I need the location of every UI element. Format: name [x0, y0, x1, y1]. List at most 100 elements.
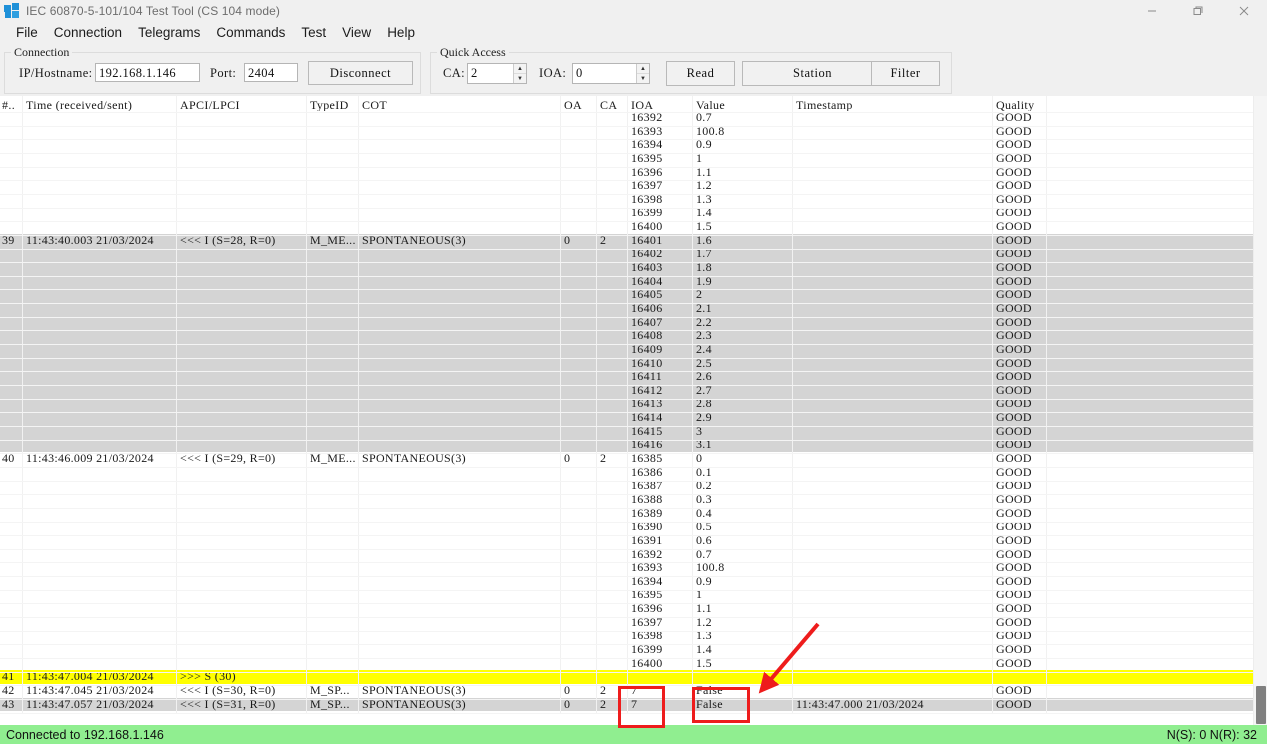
status-counters-text: N(S): 0 N(R): 32 [1166, 727, 1257, 742]
row-separator [0, 439, 1253, 441]
minimize-icon[interactable] [1129, 0, 1175, 22]
row-separator [0, 658, 1253, 659]
ioa-stepper-down-icon[interactable]: ▼ [637, 74, 649, 83]
row-separator [0, 507, 1253, 509]
row-separator [0, 385, 1253, 386]
scrollbar-thumb[interactable] [1256, 686, 1266, 724]
row-separator [0, 548, 1253, 550]
ca-input[interactable] [468, 64, 513, 83]
port-label: Port: [210, 66, 237, 80]
app-icon [4, 3, 20, 19]
column-separator [1046, 96, 1047, 713]
column-separator [176, 96, 177, 713]
read-button[interactable]: Read [666, 61, 735, 86]
column-separator [992, 96, 993, 713]
menu-item-test[interactable]: Test [293, 22, 334, 43]
row-separator [0, 207, 1253, 209]
menu-item-connection[interactable]: Connection [46, 22, 130, 43]
port-input[interactable]: 2404 [244, 63, 298, 82]
menu-item-view[interactable]: View [334, 22, 379, 43]
row-separator [0, 494, 1253, 496]
row-separator [0, 685, 1253, 687]
menu-item-telegrams[interactable]: Telegrams [130, 22, 208, 43]
status-bar: Connected to 192.168.1.146 N(S): 0 N(R):… [0, 725, 1267, 744]
row-separator [0, 234, 1253, 236]
column-separator [306, 96, 307, 713]
menu-item-commands[interactable]: Commands [208, 22, 293, 43]
row-separator [0, 139, 1253, 141]
column-separator [792, 96, 793, 713]
app-window: IEC 60870-5-101/104 Test Tool (CS 104 mo… [0, 0, 1267, 744]
station-button[interactable]: Station [742, 61, 883, 86]
row-separator [0, 521, 1253, 523]
column-separator [560, 96, 561, 713]
row-separator [0, 193, 1253, 195]
row-separator [0, 398, 1253, 400]
row-separator [0, 180, 1253, 182]
telegram-table[interactable]: #.. Time (received/sent) APCI/LPCI TypeID CO… [0, 96, 1267, 725]
row-separator [0, 262, 1253, 264]
ioa-stepper-up-icon[interactable]: ▲ [637, 64, 649, 74]
menu-bar: File Connection Telegrams Commands Test … [0, 22, 1267, 43]
row-separator [0, 466, 1253, 468]
row-separator [0, 152, 1253, 154]
toolbar: Connection IP/Hostname: 192.168.1.146 Po… [0, 43, 1267, 96]
quick-access-group: Quick Access CA: ▲ ▼ IOA: ▲ ▼ Read Stati… [430, 45, 952, 94]
menu-item-file[interactable]: File [8, 22, 46, 43]
row-separator [0, 221, 1253, 223]
row-separator [0, 425, 1253, 427]
menu-item-help[interactable]: Help [379, 22, 423, 43]
window-controls [1129, 0, 1267, 22]
row-separator [0, 630, 1253, 632]
column-separator [627, 96, 628, 713]
column-separator [358, 96, 359, 713]
ca-stepper[interactable]: ▲ ▼ [467, 63, 527, 84]
row-separator [0, 603, 1253, 605]
close-icon[interactable] [1221, 0, 1267, 22]
ca-stepper-down-icon[interactable]: ▼ [514, 74, 526, 83]
row-separator [0, 303, 1253, 305]
column-separator [22, 96, 23, 713]
row-separator [0, 453, 1253, 455]
row-separator [0, 112, 1253, 113]
filter-button[interactable]: Filter [871, 61, 940, 86]
row-separator [0, 589, 1253, 591]
ioa-stepper[interactable]: ▲ ▼ [572, 63, 650, 84]
row-separator [0, 617, 1253, 619]
row-separator [0, 480, 1253, 482]
row-separator [0, 412, 1253, 414]
row-separator [0, 671, 1253, 673]
row-separator [0, 330, 1253, 332]
row-separator [0, 248, 1253, 250]
ioa-input[interactable] [573, 64, 636, 83]
quick-access-group-title: Quick Access [437, 45, 509, 60]
row-separator [0, 712, 1253, 714]
row-separator [0, 316, 1253, 318]
row-separator [0, 576, 1253, 578]
ioa-label: IOA: [539, 66, 567, 80]
row-separator [0, 698, 1253, 700]
ioa-stepper-arrows[interactable]: ▲ ▼ [636, 64, 649, 83]
column-separator [596, 96, 597, 713]
row-separator [0, 357, 1253, 359]
column-separator [692, 96, 693, 713]
ca-stepper-arrows[interactable]: ▲ ▼ [513, 64, 526, 83]
row-separator [0, 644, 1253, 646]
ca-label: CA: [443, 66, 466, 80]
connection-group-title: Connection [11, 45, 73, 60]
disconnect-button[interactable]: Disconnect [308, 61, 413, 85]
title-bar: IEC 60870-5-101/104 Test Tool (CS 104 mo… [0, 0, 1267, 22]
row-separator [0, 371, 1253, 373]
table-vertical-scrollbar[interactable] [1253, 96, 1267, 725]
row-separator [0, 562, 1253, 564]
ip-hostname-input[interactable]: 192.168.1.146 [95, 63, 200, 82]
ca-stepper-up-icon[interactable]: ▲ [514, 64, 526, 74]
window-title: IEC 60870-5-101/104 Test Tool (CS 104 mo… [26, 4, 281, 18]
row-separator [0, 125, 1253, 127]
status-connection-text: Connected to 192.168.1.146 [6, 727, 164, 742]
row-separator [0, 289, 1253, 291]
row-separator [0, 275, 1253, 277]
telegram-grid: #.. Time (received/sent) APCI/LPCI TypeID CO… [0, 96, 1253, 714]
maximize-icon[interactable] [1175, 0, 1221, 22]
row-separator [0, 535, 1253, 537]
